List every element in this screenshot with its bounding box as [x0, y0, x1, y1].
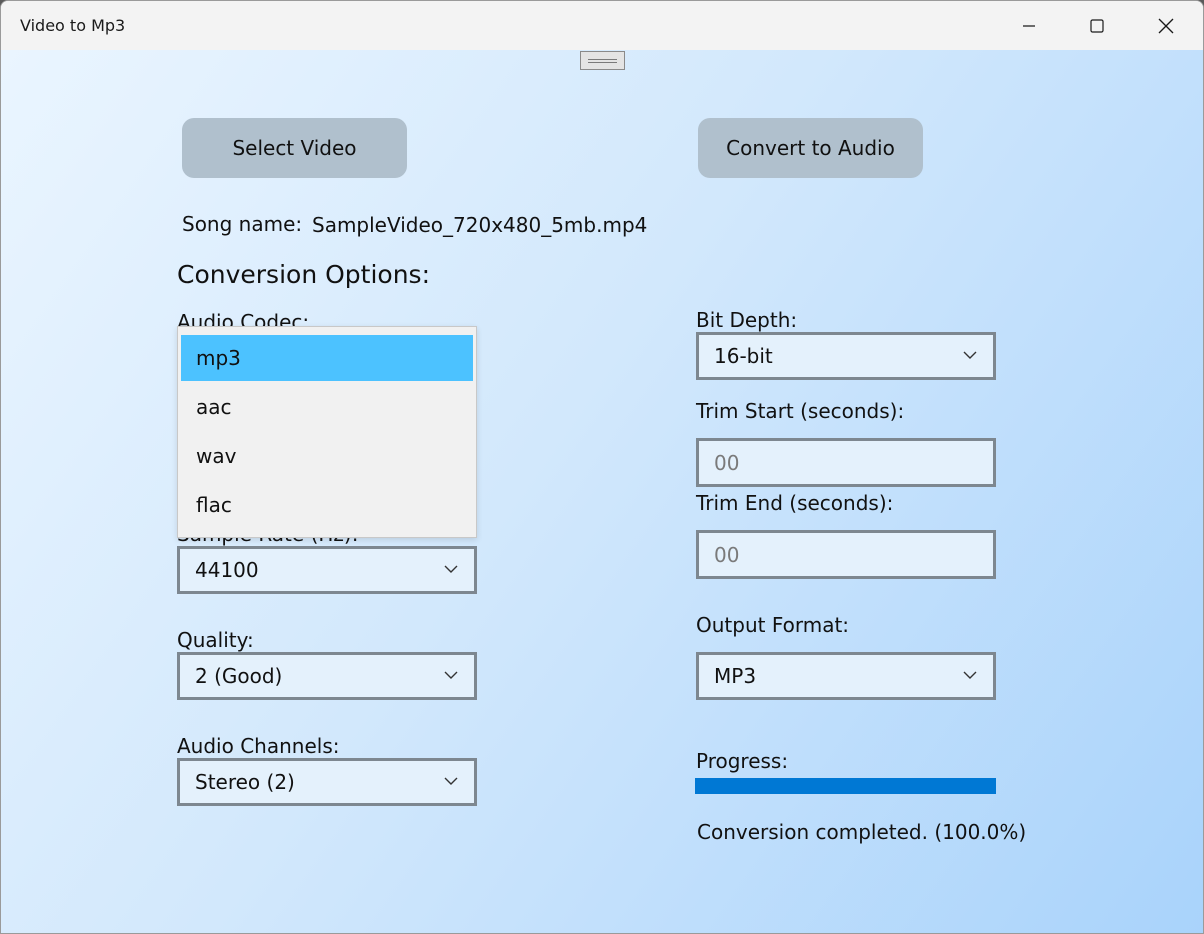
status-text: Conversion completed. (100.0%) — [697, 820, 1027, 844]
close-button[interactable] — [1132, 1, 1200, 50]
output-format-label: Output Format: — [696, 613, 850, 637]
minimize-button[interactable] — [995, 1, 1063, 50]
sample-rate-value: 44100 — [195, 558, 259, 582]
trim-end-label: Trim End (seconds): — [696, 491, 894, 515]
chevron-down-icon — [444, 565, 458, 573]
maximize-button[interactable] — [1063, 1, 1131, 50]
minimize-icon — [1023, 24, 1035, 27]
title-bar: Video to Mp3 — [1, 1, 1203, 50]
progress-bar-fill — [695, 778, 996, 794]
quality-select[interactable]: 2 (Good) — [177, 652, 477, 700]
trim-start-input[interactable]: 00 — [696, 438, 996, 487]
chevron-down-icon — [963, 351, 977, 359]
audio-codec-option-flac[interactable]: flac — [181, 482, 473, 528]
audio-channels-label: Audio Channels: — [177, 734, 340, 758]
sample-rate-select[interactable]: 44100 — [177, 546, 477, 594]
window-title: Video to Mp3 — [20, 16, 126, 35]
trim-end-input[interactable]: 00 — [696, 530, 996, 579]
resize-grip[interactable] — [580, 51, 625, 70]
close-icon — [1158, 18, 1174, 33]
bit-depth-label: Bit Depth: — [696, 308, 798, 332]
trim-start-label: Trim Start (seconds): — [696, 399, 905, 423]
audio-channels-value: Stereo (2) — [195, 770, 295, 794]
chevron-down-icon — [444, 777, 458, 785]
audio-channels-select[interactable]: Stereo (2) — [177, 758, 477, 806]
quality-label: Quality: — [177, 628, 254, 652]
maximize-icon — [1090, 18, 1104, 33]
chevron-down-icon — [963, 671, 977, 679]
audio-codec-option-wav[interactable]: wav — [181, 433, 473, 479]
convert-to-audio-button[interactable]: Convert to Audio — [698, 118, 923, 178]
bit-depth-value: 16-bit — [714, 344, 773, 368]
bit-depth-select[interactable]: 16-bit — [696, 332, 996, 380]
audio-codec-dropdown-list[interactable]: mp3 aac wav flac — [177, 326, 477, 538]
output-format-select[interactable]: MP3 — [696, 652, 996, 700]
audio-codec-option-mp3[interactable]: mp3 — [181, 335, 473, 381]
progress-label: Progress: — [696, 749, 789, 773]
conversion-options-heading: Conversion Options: — [177, 260, 430, 289]
output-format-value: MP3 — [714, 664, 757, 688]
progress-bar — [695, 778, 996, 794]
chevron-down-icon — [444, 671, 458, 679]
main-panel: Select Video Convert to Audio Song name:… — [1, 50, 1203, 933]
song-name-label: Song name: — [182, 212, 303, 236]
song-name-value: SampleVideo_720x480_5mb.mp4 — [312, 213, 648, 237]
select-video-button[interactable]: Select Video — [182, 118, 407, 178]
audio-codec-option-aac[interactable]: aac — [181, 384, 473, 430]
app-window: Video to Mp3 Select Video Convert to Aud… — [0, 0, 1204, 934]
quality-value: 2 (Good) — [195, 664, 283, 688]
